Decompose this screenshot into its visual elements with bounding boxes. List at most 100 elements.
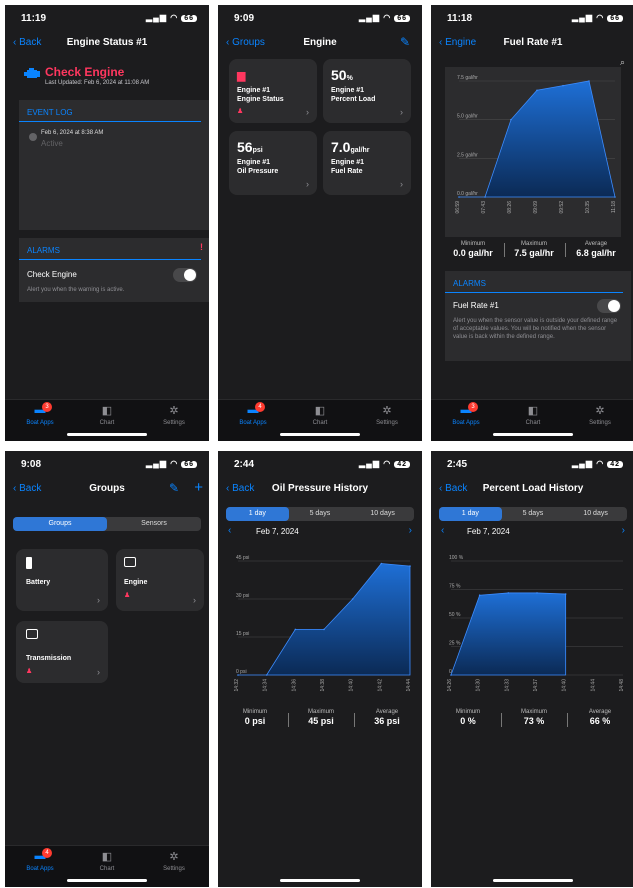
- stat-label: Average: [375, 709, 399, 715]
- stat-average: Average 6.8 gal/hr: [571, 241, 621, 258]
- tab-boat-apps[interactable]: ▬ 4 Boat Apps: [228, 402, 278, 426]
- next-date-button[interactable]: ›: [622, 525, 625, 536]
- gear-icon: ✲: [382, 405, 392, 417]
- sensor-card-engine-status[interactable]: ▆ Engine #1 Engine Status ♟ ›: [229, 59, 317, 123]
- stat-maximum: Maximum 73 %: [509, 709, 559, 726]
- tab-settings[interactable]: ✲ Settings: [149, 404, 199, 426]
- home-indicator: [493, 433, 573, 436]
- sensor-card-percent-load[interactable]: 50% Engine #1 Percent Load ›: [323, 59, 411, 123]
- stat-divider: [565, 243, 566, 257]
- data-point: [562, 84, 564, 87]
- data-point: [323, 628, 325, 631]
- status-time: 11:19: [21, 13, 47, 24]
- group-card-battery[interactable]: Battery ›: [16, 549, 108, 611]
- card-value: 50%: [331, 67, 353, 83]
- y-tick-label: 75 %: [449, 584, 461, 590]
- alarm-toggle[interactable]: [173, 268, 197, 282]
- card-value: 56psi: [237, 139, 263, 155]
- alarm-toggle[interactable]: [597, 299, 621, 313]
- sensor-card-oil-pressure[interactable]: 56psi Engine #1 Oil Pressure ›: [229, 131, 317, 195]
- segment-10-days[interactable]: 10 days: [351, 507, 414, 521]
- bell-icon: ♟: [26, 668, 33, 675]
- nav-bar: ‹ Back Oil Pressure History: [218, 479, 422, 501]
- pencil-icon[interactable]: ✎: [169, 481, 179, 495]
- plus-icon[interactable]: +: [194, 479, 203, 496]
- bell-icon: ♟: [237, 108, 244, 115]
- card-value: 7.0gal/hr: [331, 139, 370, 155]
- engine-screen: 9:09 ▂▄▆ ◠ 66 ‹ Groups Engine ✎ ▆ Engine …: [218, 5, 422, 441]
- stat-value: 7.5 gal/hr: [514, 248, 554, 258]
- y-tick-label: 50 %: [449, 612, 461, 618]
- chevron-right-icon: ›: [400, 107, 403, 117]
- segment-10-days[interactable]: 10 days: [564, 507, 627, 521]
- fuel-rate-chart: 0.0 gal/hr 2.5 gal/hr 5.0 gal/hr 7.5 gal/hr…: [455, 75, 617, 214]
- battery-icon: [26, 557, 32, 569]
- range-segmented-control: 1 day 5 days 10 days: [226, 507, 414, 521]
- group-card-transmission[interactable]: Transmission ♟ ›: [16, 621, 108, 683]
- tab-chart[interactable]: ◧ Chart: [295, 404, 345, 426]
- tab-label: Chart: [525, 420, 541, 426]
- notification-badge: 4: [42, 848, 52, 858]
- tab-chart[interactable]: ◧ Chart: [508, 404, 558, 426]
- y-tick-label: 2.5 gal/hr: [457, 152, 478, 158]
- data-point: [536, 592, 538, 594]
- stat-divider: [354, 713, 355, 727]
- stat-value: 36 psi: [374, 716, 400, 726]
- x-tick-label: 11:18: [611, 201, 617, 213]
- group-name: Engine: [124, 579, 148, 586]
- alert-title: Check Engine: [45, 65, 125, 79]
- alarms-header: ALARMS: [19, 238, 201, 260]
- segment-5-days[interactable]: 5 days: [502, 507, 565, 521]
- prev-date-button[interactable]: ‹: [441, 525, 444, 536]
- segment-1-day[interactable]: 1 day: [439, 507, 502, 521]
- pencil-icon[interactable]: ✎: [400, 35, 410, 49]
- page-title: Percent Load History: [482, 483, 584, 494]
- value-number: 7.0: [331, 139, 351, 155]
- x-tick-label: 08:26: [507, 201, 513, 214]
- nav-bar: ‹ Engine Fuel Rate #1: [431, 33, 633, 55]
- x-tick-label: 09:52: [559, 201, 565, 214]
- alarms-section: ALARMS Fuel Rate #1 Alert you when the s…: [445, 271, 631, 361]
- tab-settings[interactable]: ✲ Settings: [149, 850, 199, 872]
- sensor-card-fuel-rate[interactable]: 7.0gal/hr Engine #1 Fuel Rate ›: [323, 131, 411, 195]
- page-title: Engine: [303, 37, 337, 48]
- gear-icon: ✲: [169, 851, 179, 863]
- segment-sensors[interactable]: Sensors: [107, 517, 201, 531]
- tab-boat-apps[interactable]: ▬ 4 Boat Apps: [15, 848, 65, 872]
- stat-maximum: Maximum 7.5 gal/hr: [509, 241, 559, 258]
- chart-icon: ◧: [101, 851, 113, 863]
- tab-chart[interactable]: ◧ Chart: [82, 404, 132, 426]
- tab-label: Chart: [312, 420, 328, 426]
- stat-label: Maximum: [307, 709, 334, 715]
- card-line2: Fuel Rate: [331, 168, 363, 175]
- card-line1: Engine #1: [237, 159, 271, 166]
- last-updated: Last Updated: Feb 6, 2024 at 11:08 AM: [45, 80, 150, 86]
- data-point: [588, 80, 590, 82]
- status-bar: 2:45 ▂▄▆ ◠ 42: [431, 451, 633, 475]
- tab-settings[interactable]: ✲ Settings: [362, 404, 412, 426]
- data-point: [380, 562, 383, 565]
- y-tick-label: 15 psi: [236, 631, 249, 637]
- prev-date-button[interactable]: ‹: [228, 525, 231, 536]
- stat-label: Minimum: [242, 709, 268, 715]
- tab-chart[interactable]: ◧ Chart: [82, 850, 132, 872]
- status-bar: 9:09 ▂▄▆ ◠ 66: [218, 5, 422, 29]
- next-date-button[interactable]: ›: [409, 525, 412, 536]
- tab-boat-apps[interactable]: ▬ 3 Boat Apps: [15, 402, 65, 426]
- battery-level: 42: [607, 461, 623, 468]
- group-card-engine[interactable]: Engine ♟ ›: [116, 549, 204, 611]
- status-time: 2:44: [234, 459, 255, 470]
- tab-label: Settings: [163, 866, 185, 872]
- tab-settings[interactable]: ✲ Settings: [575, 404, 625, 426]
- group-name: Battery: [26, 579, 51, 586]
- segment-5-days[interactable]: 5 days: [289, 507, 352, 521]
- event-log-header: EVENT LOG: [19, 100, 201, 122]
- group-name: Transmission: [26, 655, 72, 662]
- tab-boat-apps[interactable]: ▬ 3 Boat Apps: [441, 402, 491, 426]
- alarm-name: Check Engine: [27, 270, 77, 279]
- percent-load-history-screen: 2:45 ▂▄▆ ◠ 42 ‹ Back Percent Load History…: [431, 451, 633, 887]
- segment-1-day[interactable]: 1 day: [226, 507, 289, 521]
- segment-groups[interactable]: Groups: [13, 517, 107, 531]
- alarms-section: ALARMS ! Check Engine Alert you when the…: [19, 238, 209, 302]
- nav-bar: ‹ Back Percent Load History: [431, 479, 633, 501]
